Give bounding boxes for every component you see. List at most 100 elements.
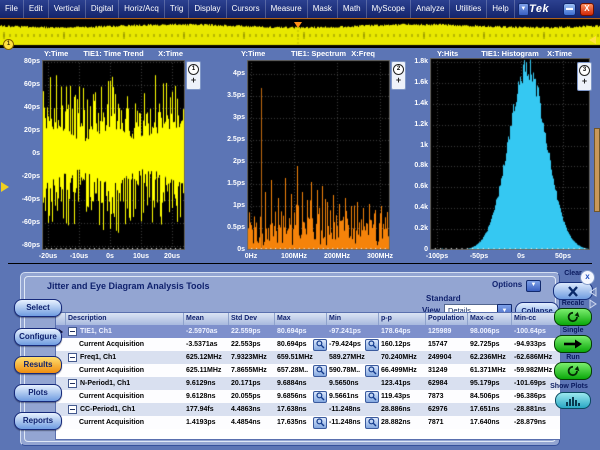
- menu-item-analyze[interactable]: Analyze: [411, 0, 450, 18]
- minimize-button[interactable]: ▬: [563, 3, 576, 16]
- table-header-row: DescriptionMeanStd DevMaxMinp-pPopulatio…: [56, 313, 560, 325]
- cell-mincc: -94.933ps: [512, 338, 558, 351]
- plot-3-number-badge-icon[interactable]: 3: [579, 65, 590, 76]
- cell-mincc: -28.881ns: [512, 403, 558, 416]
- table-row[interactable]: Current Acquisition9.6128ns20.055ps9.685…: [56, 390, 560, 403]
- cell-mincc: -59.982MHz: [512, 364, 558, 377]
- magnify-max-button[interactable]: [313, 391, 327, 403]
- menu-item-utilities[interactable]: Utilities: [450, 0, 487, 18]
- plot-2-x-tick: 200MHz: [317, 253, 357, 260]
- magnify-min-button[interactable]: [365, 339, 379, 351]
- nav-button-plots[interactable]: Plots: [14, 384, 62, 402]
- nav-button-select[interactable]: Select: [14, 299, 62, 317]
- cell-max: 659.51MHz: [275, 351, 327, 364]
- menu-item-edit[interactable]: Edit: [24, 0, 49, 18]
- cell-population: 31249: [426, 364, 468, 377]
- overview-right-arrow-icon: [589, 36, 596, 44]
- cell-mincc: -28.879ns: [512, 416, 558, 429]
- close-window-button[interactable]: X: [580, 3, 594, 16]
- cell-std: 20.171ps: [229, 377, 275, 390]
- plot-2-x-tick: 0Hz: [231, 253, 271, 260]
- recalc-button[interactable]: [554, 308, 592, 326]
- cell-pp: 160.12ps: [379, 338, 426, 351]
- column-header-max: Max: [275, 313, 327, 325]
- plot-3-y-tick: 1.8k: [2, 58, 428, 65]
- table-row[interactable]: Current Acquisition625.11MHz7.8655MHz657…: [56, 364, 560, 377]
- plot-3-canvas[interactable]: [430, 58, 590, 250]
- single-button[interactable]: [554, 335, 592, 353]
- cell-mean: 177.94fs: [184, 403, 229, 416]
- cell-description: N-Period1, Ch1: [66, 377, 184, 390]
- page-next-icon[interactable]: [588, 299, 598, 309]
- table-row[interactable]: Freq1, Ch1625.12MHz7.9323MHz659.51MHz589…: [56, 351, 560, 364]
- menu-item-mask[interactable]: Mask: [308, 0, 338, 18]
- magnify-min-button[interactable]: [365, 391, 379, 403]
- plot-3-x-tick: -100ps: [417, 253, 457, 260]
- plot-1-y-tick: -20ps: [2, 173, 40, 180]
- nav-button-results[interactable]: Results: [14, 356, 62, 374]
- plot-3-y-tick: 1k: [2, 142, 428, 149]
- table-row[interactable]: Current Acquisition1.4193ps4.4854ns17.63…: [56, 416, 560, 429]
- magnify-max-button[interactable]: [313, 417, 327, 429]
- table-row[interactable]: N-Period1, Ch19.6129ns20.171ps9.6884ns9.…: [56, 377, 560, 390]
- plot-3-x-tick: 50ps: [543, 253, 583, 260]
- collapse-row-icon[interactable]: [68, 353, 77, 362]
- column-header-min: Min: [327, 313, 379, 325]
- plot-3-y-tick: 0.8k: [2, 162, 428, 169]
- run-button[interactable]: [554, 362, 592, 380]
- plot-3-y-tick: 1.4k: [2, 100, 428, 107]
- menu-item-display[interactable]: Display: [189, 0, 226, 18]
- plot-3-y-tick: 1.2k: [2, 121, 428, 128]
- column-header-population: Population: [426, 313, 468, 325]
- menu-item-file[interactable]: File: [0, 0, 24, 18]
- column-header-mincc: Min-cc: [512, 313, 558, 325]
- collapse-row-icon[interactable]: [68, 327, 77, 336]
- magnify-max-button[interactable]: [313, 365, 327, 377]
- magnify-max-button[interactable]: [313, 339, 327, 351]
- menu-item-horizacq[interactable]: Horiz/Acq: [119, 0, 165, 18]
- plot-3-title: TIE1: Histogram: [481, 49, 539, 58]
- menu-item-math[interactable]: Math: [338, 0, 367, 18]
- page-prev-icon[interactable]: [588, 287, 598, 297]
- table-row[interactable]: TIE1, Ch1-2.5970as22.559ps80.694ps-97.24…: [56, 325, 560, 338]
- menu-overflow-button[interactable]: ▼: [518, 3, 529, 16]
- plot-1-x-tick: 20us: [152, 253, 192, 260]
- cell-maxcc: 95.179ps: [468, 377, 512, 390]
- menu-item-trig[interactable]: Trig: [165, 0, 189, 18]
- menu-item-measure[interactable]: Measure: [266, 0, 308, 18]
- cell-population: 62976: [426, 403, 468, 416]
- cell-max: 17.635ns: [275, 416, 327, 429]
- cell-min: 9.5661ns: [327, 390, 379, 403]
- plot-2-number-badge-icon[interactable]: 2: [393, 64, 404, 75]
- menu-item-vertical[interactable]: Vertical: [49, 0, 86, 18]
- menu-item-myscope[interactable]: MyScope: [367, 0, 411, 18]
- cell-maxcc: 62.236MHz: [468, 351, 512, 364]
- cell-maxcc: 98.006ps: [468, 325, 512, 338]
- magnify-min-button[interactable]: [365, 365, 379, 377]
- collapse-row-icon[interactable]: [68, 405, 77, 414]
- magnify-min-button[interactable]: [365, 417, 379, 429]
- plot-2-x-tick: 300MHz: [360, 253, 400, 260]
- plot-2-title: TIE1: Spectrum: [291, 49, 346, 58]
- plot-1-canvas[interactable]: [42, 60, 185, 250]
- cell-std: 4.4854ns: [229, 416, 275, 429]
- menu-item-cursors[interactable]: Cursors: [227, 0, 266, 18]
- trigger-position-icon[interactable]: [294, 22, 302, 28]
- nav-button-reports[interactable]: Reports: [14, 412, 62, 430]
- cell-population: 249904: [426, 351, 468, 364]
- table-row[interactable]: CC-Period1, Ch1177.94fs4.4863ns17.638ns-…: [56, 403, 560, 416]
- collapse-row-icon[interactable]: [68, 379, 77, 388]
- panel-close-button[interactable]: x: [580, 270, 595, 285]
- plot-3-y-tick: 0: [2, 246, 428, 253]
- table-row[interactable]: Current Acquisition-3.5371as22.553ps80.6…: [56, 338, 560, 351]
- plot-3-zoom-button[interactable]: +: [578, 76, 591, 87]
- options-dropdown-icon[interactable]: ▼: [526, 280, 541, 292]
- nav-button-configure[interactable]: Configure: [14, 328, 62, 346]
- plot-2-canvas[interactable]: [247, 60, 390, 250]
- cell-pp: 123.41ps: [379, 377, 426, 390]
- options-menu[interactable]: Options: [492, 280, 522, 289]
- oscilloscope-screen: FileEditVerticalDigitalHoriz/AcqTrigDisp…: [0, 0, 600, 450]
- menu-item-digital[interactable]: Digital: [86, 0, 119, 18]
- menu-item-help[interactable]: Help: [487, 0, 514, 18]
- showplots-button[interactable]: [555, 392, 591, 409]
